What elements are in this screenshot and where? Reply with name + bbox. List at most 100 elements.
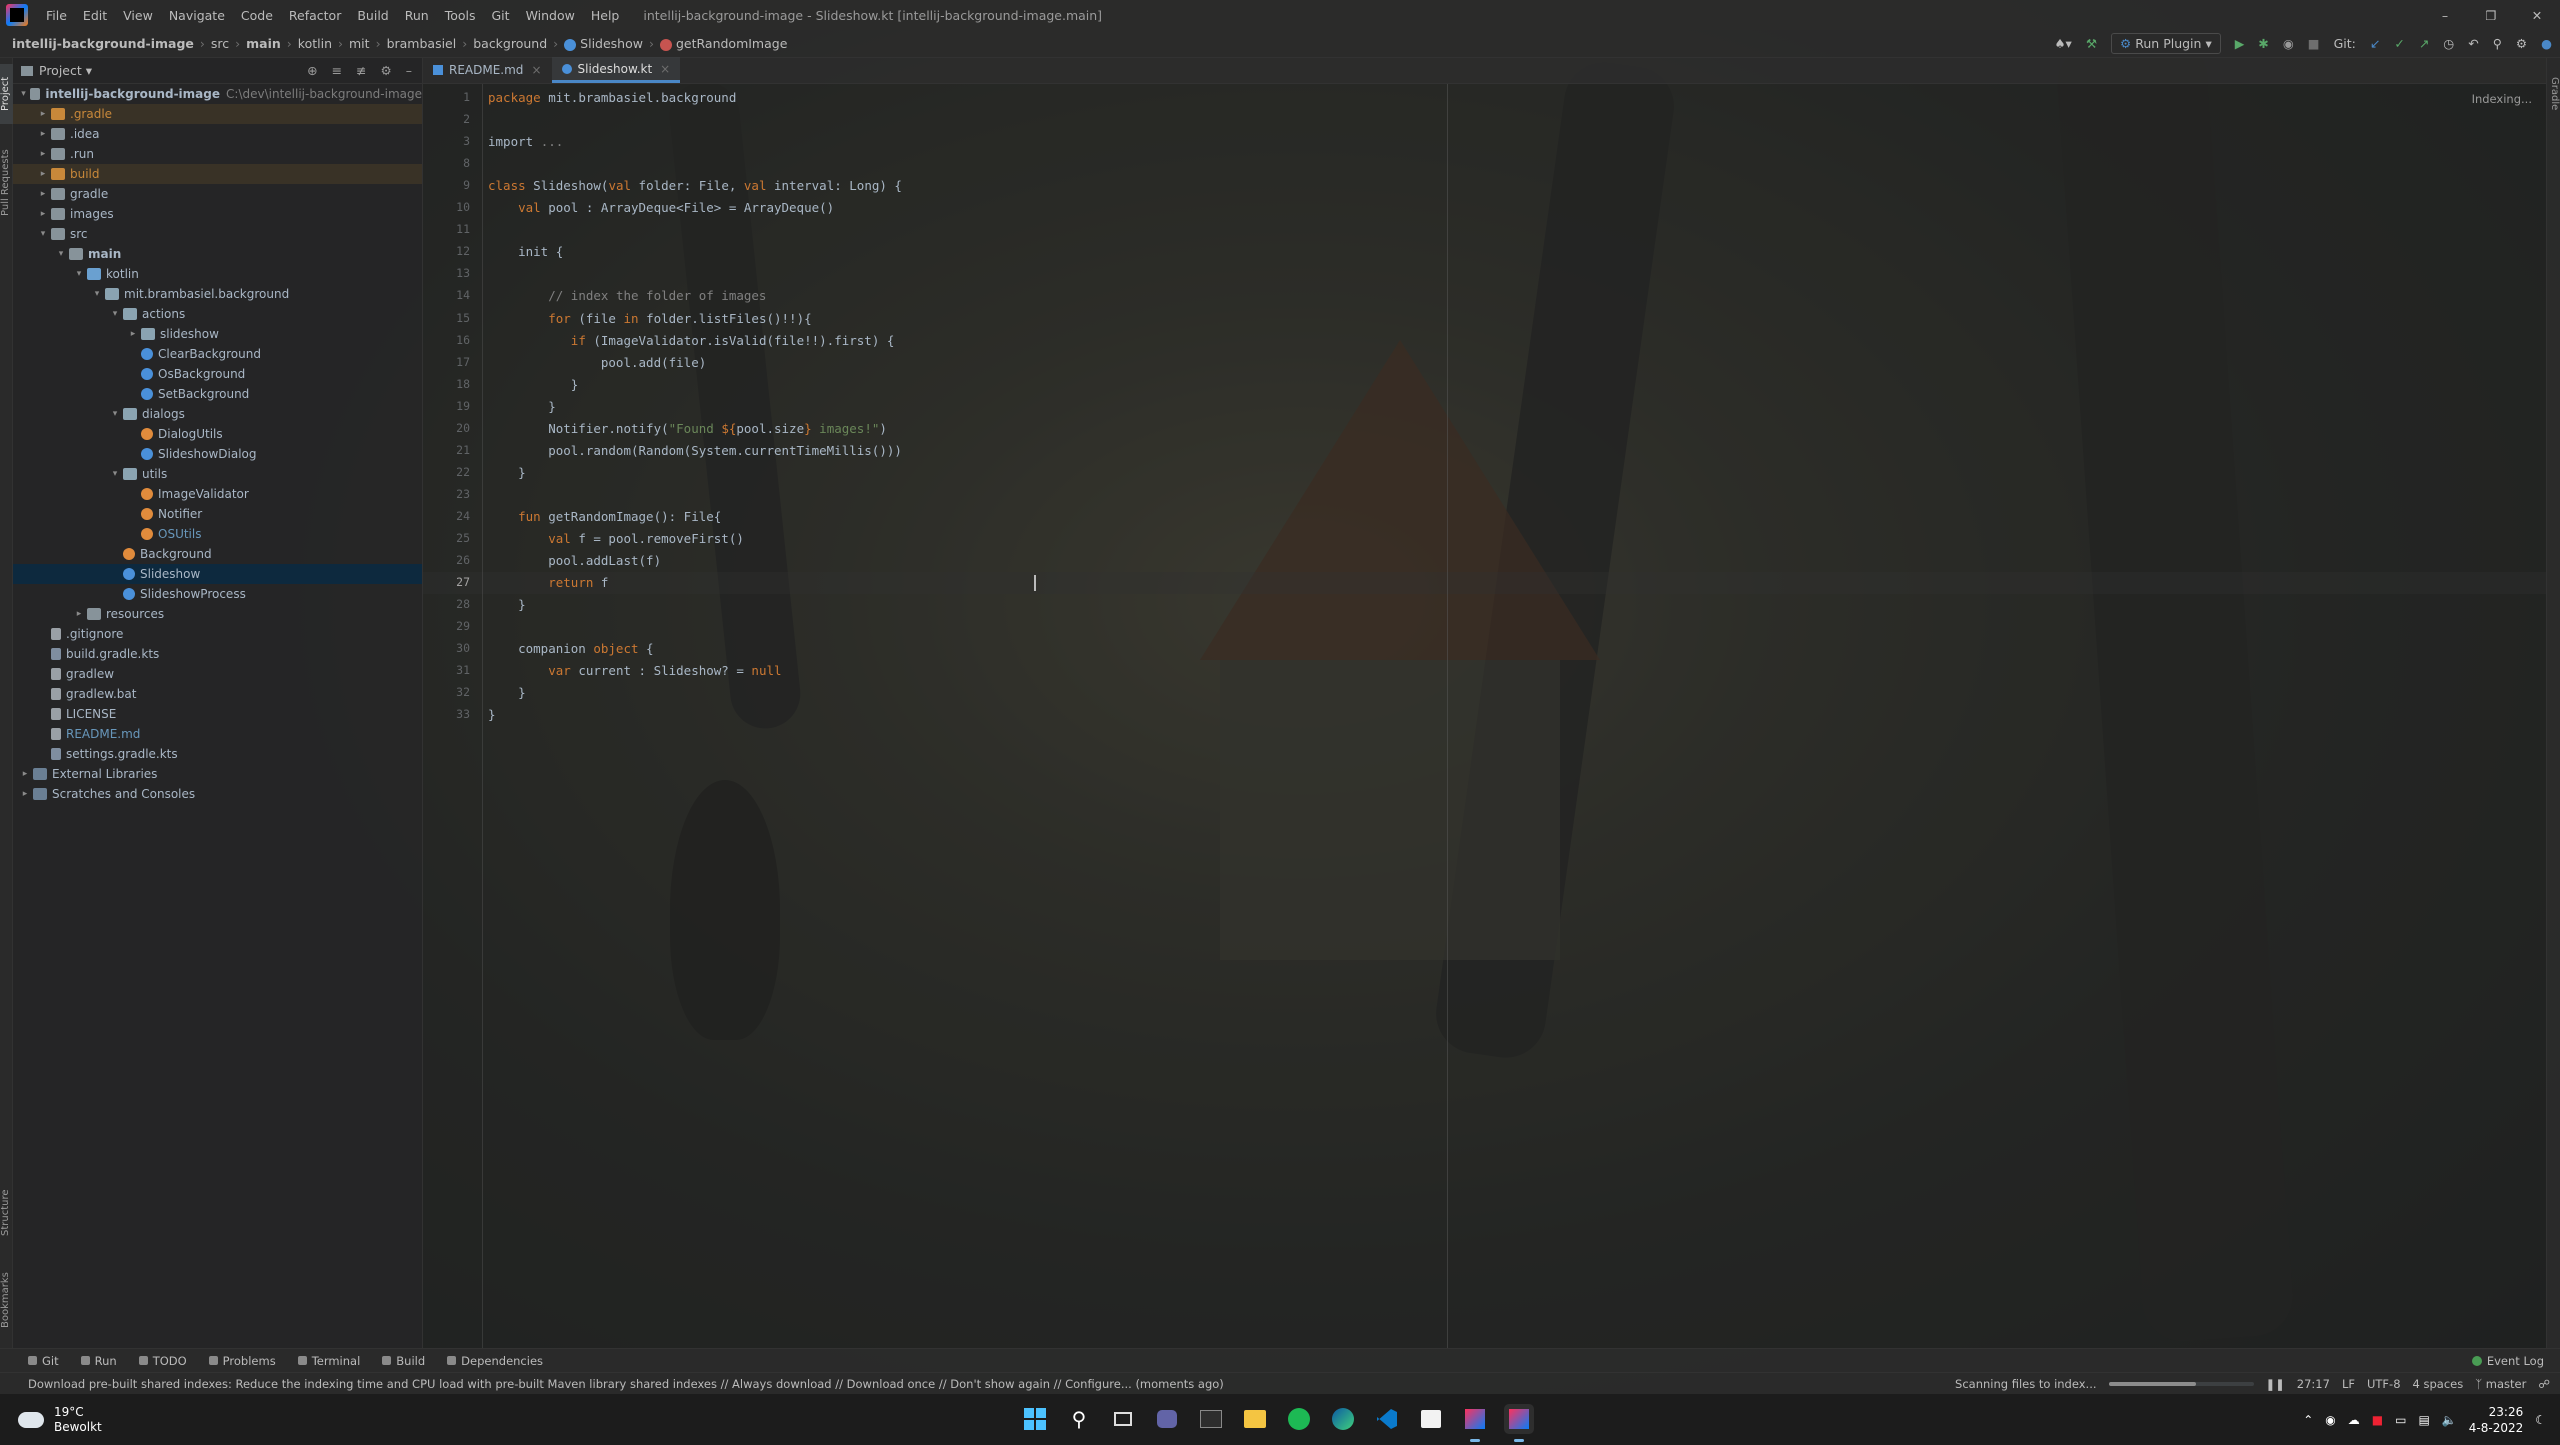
tree-item[interactable]: settings.gradle.kts (13, 744, 422, 764)
code-line[interactable]: if (ImageValidator.isValid(file!!).first… (488, 333, 895, 348)
tree-item[interactable]: Background (13, 544, 422, 564)
code-line[interactable]: var current : Slideshow? = null (488, 663, 781, 678)
git-push-icon[interactable]: ↗ (2419, 36, 2429, 51)
code-line[interactable]: } (488, 465, 526, 480)
indent-setting[interactable]: 4 spaces (2413, 1377, 2464, 1391)
code-line[interactable]: for (file in folder.listFiles()!!){ (488, 311, 811, 326)
chevron-right-icon[interactable]: ▸ (37, 149, 49, 159)
tree-item[interactable]: ▾ utils (13, 464, 422, 484)
tree-item[interactable]: ▸ build (13, 164, 422, 184)
git-update-icon[interactable]: ↙ (2370, 36, 2380, 51)
antivirus-icon[interactable]: ■ (2372, 1413, 2383, 1427)
chevron-right-icon[interactable]: ▸ (37, 209, 49, 219)
breadcrumb-item[interactable]: main (240, 36, 287, 51)
breadcrumb-item[interactable]: Slideshow (558, 36, 649, 51)
close-tab-icon[interactable]: × (660, 62, 670, 76)
chevron-down-icon[interactable]: ▾ (91, 289, 103, 299)
restore-button[interactable]: ❐ (2468, 8, 2514, 23)
options-gear-icon[interactable]: ⚙ (381, 63, 392, 78)
discord-icon[interactable]: ◉ (2325, 1413, 2335, 1427)
intellij-logo-icon[interactable] (6, 4, 28, 26)
breadcrumb-item[interactable]: background (467, 36, 553, 51)
structure-tool-tab[interactable]: Structure (0, 1178, 13, 1248)
minimize-button[interactable]: – (2422, 8, 2468, 23)
tree-item[interactable]: build.gradle.kts (13, 644, 422, 664)
settings-gear-icon[interactable]: ⚙ (2516, 36, 2527, 51)
tree-item[interactable]: ▾ intellij-background-image C:\dev\intelli… (13, 84, 422, 104)
breadcrumb-item[interactable]: kotlin (292, 36, 338, 51)
chevron-down-icon[interactable]: ▾ (109, 469, 121, 479)
menu-code[interactable]: Code (233, 8, 281, 23)
onedrive-icon[interactable]: ☁ (2348, 1413, 2360, 1427)
line-separator[interactable]: LF (2342, 1377, 2355, 1391)
tree-item[interactable]: SlideshowDialog (13, 444, 422, 464)
project-view-select[interactable]: Project (39, 63, 82, 78)
tree-item[interactable]: .gitignore (13, 624, 422, 644)
tree-item[interactable]: README.md (13, 724, 422, 744)
code-line[interactable]: pool.add(file) (488, 355, 706, 370)
code-line[interactable]: class Slideshow(val folder: File, val in… (488, 178, 902, 193)
tree-item[interactable]: ▸ .run (13, 144, 422, 164)
task-view-button[interactable] (1108, 1404, 1138, 1434)
profile-icon[interactable]: ♠▾ (2054, 36, 2071, 51)
history-icon[interactable]: ◷ (2443, 36, 2454, 51)
tree-item[interactable]: ▸ .gradle (13, 104, 422, 124)
menu-window[interactable]: Window (518, 8, 583, 23)
start-button[interactable] (1020, 1404, 1050, 1434)
todo-tool-button[interactable]: TODO (138, 1354, 187, 1368)
gradle-tool-tab[interactable]: Gradle (2547, 64, 2560, 124)
clock[interactable]: 23:26 4-8-2022 (2469, 1404, 2523, 1436)
breadcrumb-item[interactable]: intellij-background-image (6, 36, 200, 51)
tree-item[interactable]: ▾ dialogs (13, 404, 422, 424)
menu-view[interactable]: View (115, 8, 161, 23)
menu-edit[interactable]: Edit (75, 8, 115, 23)
run-configuration-select[interactable]: ⚙ Run Plugin ▾ (2111, 33, 2221, 54)
search-button[interactable]: ⚲ (1064, 1404, 1094, 1434)
tree-item[interactable]: ▾ actions (13, 304, 422, 324)
editor-tab[interactable]: README.md × (423, 57, 552, 83)
show-hidden-icons-icon[interactable]: ⌃ (2303, 1413, 2313, 1427)
chevron-down-icon[interactable]: ▾ (37, 229, 49, 239)
close-button[interactable]: ✕ (2514, 8, 2560, 23)
edge-app[interactable] (1328, 1404, 1358, 1434)
stop-icon[interactable]: ■ (2308, 36, 2320, 51)
tree-item[interactable]: ▸ resources (13, 604, 422, 624)
build-hammer-icon[interactable]: ⚒ (2086, 36, 2097, 51)
problems-tool-button[interactable]: Problems (208, 1354, 276, 1368)
breadcrumb-item[interactable]: brambasiel (381, 36, 463, 51)
expand-all-icon[interactable]: ≡ (332, 63, 342, 78)
code-line[interactable]: import ... (488, 134, 563, 149)
intellij-app-1[interactable] (1460, 1404, 1490, 1442)
code-line[interactable]: return f (488, 575, 608, 590)
tree-item[interactable]: gradlew.bat (13, 684, 422, 704)
weather-widget[interactable]: 19°C Bewolkt (0, 1405, 300, 1435)
status-message[interactable]: Download pre-built shared indexes: Reduc… (0, 1377, 1224, 1391)
tree-item[interactable]: DialogUtils (13, 424, 422, 444)
chevron-right-icon[interactable]: ▸ (19, 789, 31, 799)
coverage-icon[interactable]: ◉ (2283, 36, 2294, 51)
display-icon[interactable]: ▭ (2395, 1413, 2406, 1427)
tree-item[interactable]: SlideshowProcess (13, 584, 422, 604)
tree-item[interactable]: ▸ .idea (13, 124, 422, 144)
menu-file[interactable]: File (38, 8, 75, 23)
chevron-down-icon[interactable]: ▾ (109, 409, 121, 419)
network-icon[interactable]: ▤ (2418, 1413, 2429, 1427)
close-tab-icon[interactable]: × (531, 63, 541, 77)
code-line[interactable]: val f = pool.removeFirst() (488, 531, 744, 546)
chevron-down-icon[interactable]: ▾ (55, 249, 67, 259)
tree-item[interactable]: SetBackground (13, 384, 422, 404)
plugin-icon[interactable]: ● (2541, 36, 2552, 51)
chevron-right-icon[interactable]: ▸ (127, 329, 139, 339)
tree-item[interactable]: OsBackground (13, 364, 422, 384)
spotify-app[interactable] (1284, 1404, 1314, 1434)
chevron-down-icon[interactable]: ▾ (109, 309, 121, 319)
code-line[interactable]: } (488, 597, 526, 612)
code-editor[interactable]: 1 2 3 8 9 10 11 12 13 14 15 16 17 18 19 20 21 22 23 24 25 26 2… (423, 84, 2546, 1348)
breadcrumb-item[interactable]: getRandomImage (654, 36, 793, 51)
code-line[interactable]: Notifier.notify("Found ${pool.size} imag… (488, 421, 887, 436)
tree-item[interactable]: ▾ kotlin (13, 264, 422, 284)
menu-git[interactable]: Git (484, 8, 518, 23)
build-tool-button[interactable]: Build (382, 1354, 425, 1368)
line-number-gutter[interactable]: 1 2 3 8 9 10 11 12 13 14 15 16 17 18 19 20 21 22 23 24 25 26 2… (423, 84, 483, 1348)
tree-item[interactable]: ImageValidator (13, 484, 422, 504)
